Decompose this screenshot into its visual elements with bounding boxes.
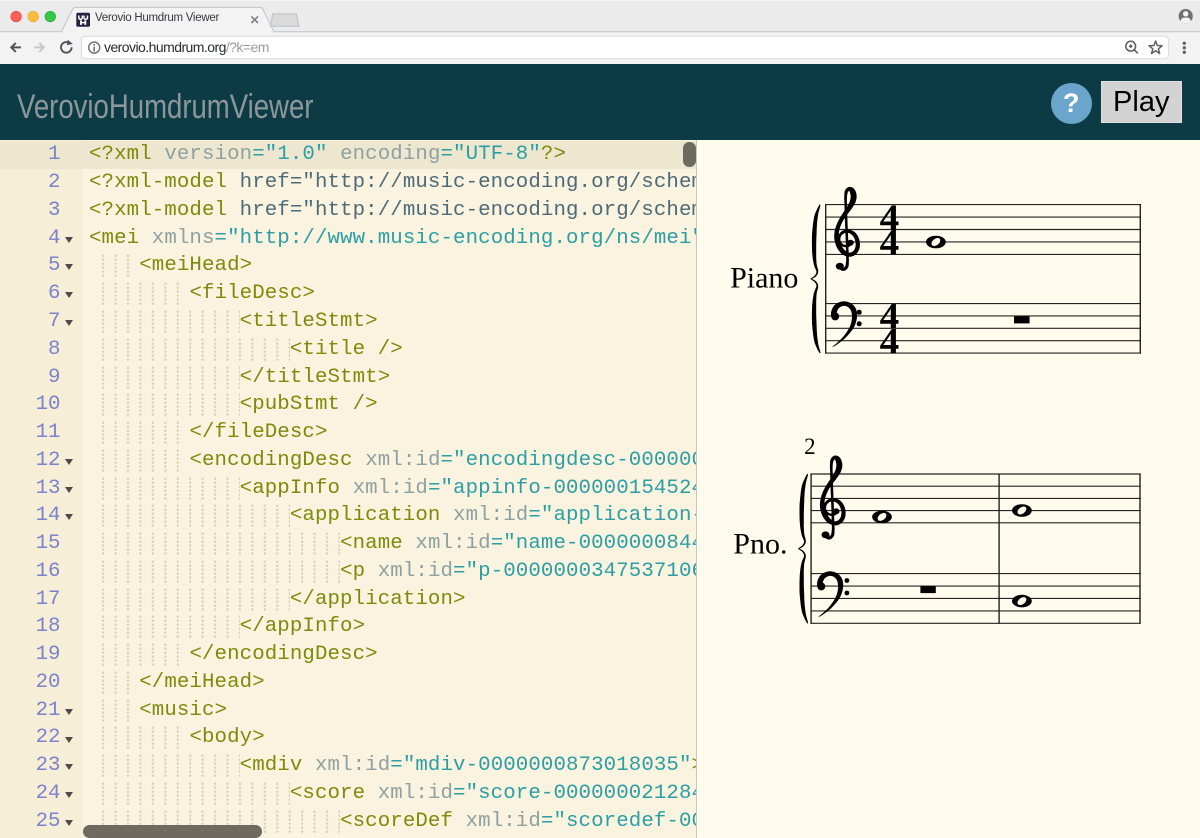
svg-text:Piano: Piano xyxy=(730,261,798,294)
svg-text:4: 4 xyxy=(880,320,900,361)
svg-text:Pno.: Pno. xyxy=(734,527,788,560)
svg-text:4: 4 xyxy=(880,222,900,263)
svg-text:2: 2 xyxy=(805,434,817,459)
